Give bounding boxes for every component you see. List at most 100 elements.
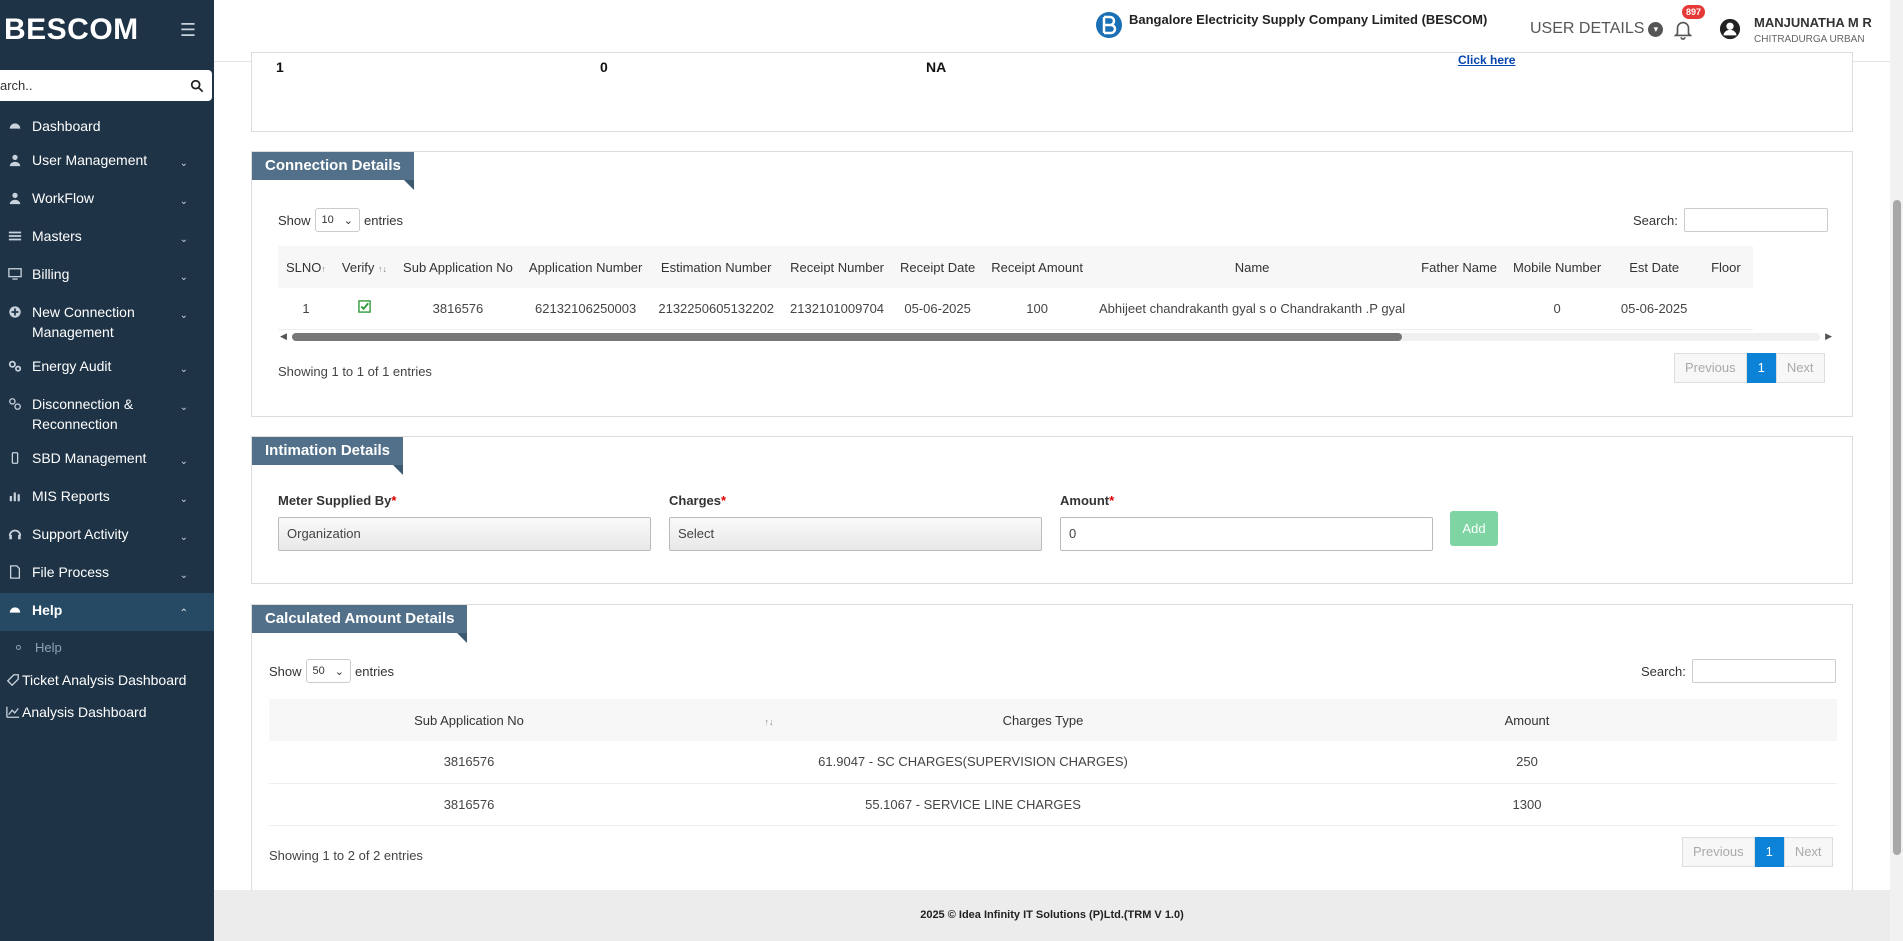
previous-button[interactable]: Previous [1674,353,1747,383]
col-sub-application-no[interactable]: Sub Application No [395,246,521,288]
headset-icon [8,529,22,540]
hamburger-menu-icon[interactable]: ☰ [180,20,196,41]
sidebar-item-masters[interactable]: Masters ⌄ [0,219,214,257]
chevron-down-icon: ⌄ [179,158,188,169]
page-length-select[interactable]: 10 ⌄ [314,208,360,232]
next-button[interactable]: Next [1783,837,1833,867]
line-chart-icon [6,706,20,718]
required-mark: * [1109,493,1115,508]
cell-father-name [1413,288,1506,330]
amount-input[interactable]: 0 [1060,517,1433,551]
sidebar-item-label: User Management [32,152,148,168]
sidebar-item-dashboard[interactable]: Dashboard [0,109,214,143]
col-estimation-number[interactable]: Estimation Number [650,246,783,288]
col-mobile-number[interactable]: Mobile Number [1505,246,1610,288]
sidebar-search-input[interactable] [0,70,190,101]
sidebar-item-label: Help [32,602,63,618]
sidebar-item-label: WorkFlow [32,190,94,206]
charges-select[interactable]: Select [669,517,1042,551]
table-row: 3816576 61.9047 - SC CHARGES(SUPERVISION… [269,741,1837,784]
bell-icon[interactable] [1672,18,1694,40]
col-verify[interactable]: Verify ↑↓ [333,246,396,288]
sidebar-item-help[interactable]: Help ⌃ [0,593,214,631]
search-label: Search: [1633,212,1678,228]
col-floor[interactable]: Floor [1699,246,1753,288]
sidebar-item-label: New Connection Management [32,304,135,340]
sidebar-item-file-process[interactable]: File Process ⌄ [0,555,214,593]
meter-supplied-select[interactable]: Organization [278,517,651,551]
sort-icon: ↑ [321,263,326,274]
circle-icon [16,645,21,650]
sidebar-item-disconnection[interactable]: Disconnection & Reconnection ⌄ [0,387,214,441]
cell-verify [333,288,396,330]
search-icon[interactable] [190,79,204,93]
col-slno[interactable]: SLNO↑ [278,246,334,288]
sidebar-item-support-activity[interactable]: Support Activity ⌄ [0,517,214,555]
plus-circle-icon [9,306,21,318]
show-label: Show [269,663,302,679]
sidebar-item-ticket-analysis[interactable]: Ticket Analysis Dashboard [0,664,214,696]
col-name[interactable]: Name [1090,246,1414,288]
scroll-right-icon[interactable]: ▶ [1825,331,1832,342]
sidebar-item-user-management[interactable]: User Management ⌄ [0,143,214,181]
click-here-link[interactable]: Click here [1458,53,1515,67]
cell-amount: 1300 [1217,783,1837,826]
col-father-name[interactable]: Father Name [1413,246,1506,288]
sidebar-subitem-help[interactable]: Help [0,631,214,664]
cell-mobile-number: 0 [1505,288,1610,330]
sidebar-item-sbd-management[interactable]: SBD Management ⌄ [0,441,214,479]
sidebar-item-label: Billing [32,266,70,282]
sidebar-item-new-connection[interactable]: New Connection Management ⌄ [0,295,214,349]
sort-column[interactable]: ↑↓ [669,699,869,741]
chevron-down-icon: ▾ [1648,21,1664,37]
avatar[interactable] [1719,18,1741,40]
sidebar-item-mis-reports[interactable]: MIS Reports ⌄ [0,479,214,517]
chevron-down-icon: ⌄ [343,214,353,227]
table-search-input[interactable] [1683,208,1828,232]
col-receipt-amount[interactable]: Receipt Amount [983,246,1091,288]
table-search-input[interactable] [1691,659,1836,683]
sidebar-item-energy-audit[interactable]: Energy Audit ⌄ [0,349,214,387]
scroll-thumb[interactable] [292,333,1402,341]
link-icon [9,398,21,410]
charges-label-text: Charges [669,493,722,508]
col-application-number[interactable]: Application Number [520,246,651,288]
col-receipt-number[interactable]: Receipt Number [782,246,893,288]
previous-button[interactable]: Previous [1682,837,1755,867]
sidebar-item-billing[interactable]: Billing ⌄ [0,257,214,295]
page-length-control: Show 50 ⌄ entries [269,659,394,683]
page-scrollbar[interactable] [1890,0,1903,941]
chevron-down-icon: ⌄ [179,364,188,375]
entries-label: entries [355,663,395,679]
main-content: 1 0 NA Click here Connection Details Sho… [214,52,1890,904]
page-length-select[interactable]: 50 ⌄ [305,659,351,683]
add-button[interactable]: Add [1450,511,1498,546]
scroll-left-icon[interactable]: ◀ [280,331,287,342]
user-details-dropdown[interactable]: USER DETAILS ▾ [1530,20,1664,38]
table-header-row: Sub Application No ↑↓ Charges Type Amoun… [269,699,1837,741]
col-sub-application-no[interactable]: Sub Application No [269,699,669,741]
cell-receipt-amount: 100 [983,288,1091,330]
connection-details-title: Connection Details [252,152,414,190]
chevron-down-icon: ⌄ [334,665,344,678]
bar-chart-icon [9,492,20,502]
col-receipt-date[interactable]: Receipt Date [892,246,984,288]
col-amount[interactable]: Amount [1217,699,1837,741]
page-scroll-thumb[interactable] [1893,200,1901,855]
col-charges-type[interactable]: Charges Type [869,699,1217,741]
required-mark: * [721,493,727,508]
checkbox-checked-icon[interactable] [358,300,371,314]
col-est-date[interactable]: Est Date [1609,246,1700,288]
sidebar-item-analysis-dashboard[interactable]: Analysis Dashboard [0,696,214,728]
next-button[interactable]: Next [1775,353,1825,383]
user-icon [9,154,21,167]
page-1-button[interactable]: 1 [1746,353,1776,383]
sidebar-item-label: Analysis Dashboard [22,704,147,720]
chevron-down-icon: ⌄ [179,456,188,467]
page-1-button[interactable]: 1 [1754,837,1784,867]
horizontal-scrollbar[interactable]: ◀ ▶ [278,330,1834,342]
chevron-down-icon: ⌄ [179,196,188,207]
chevron-down-icon: ⌄ [179,570,188,581]
header-label: SLNO [286,259,322,275]
sidebar-item-workflow[interactable]: WorkFlow ⌄ [0,181,214,219]
